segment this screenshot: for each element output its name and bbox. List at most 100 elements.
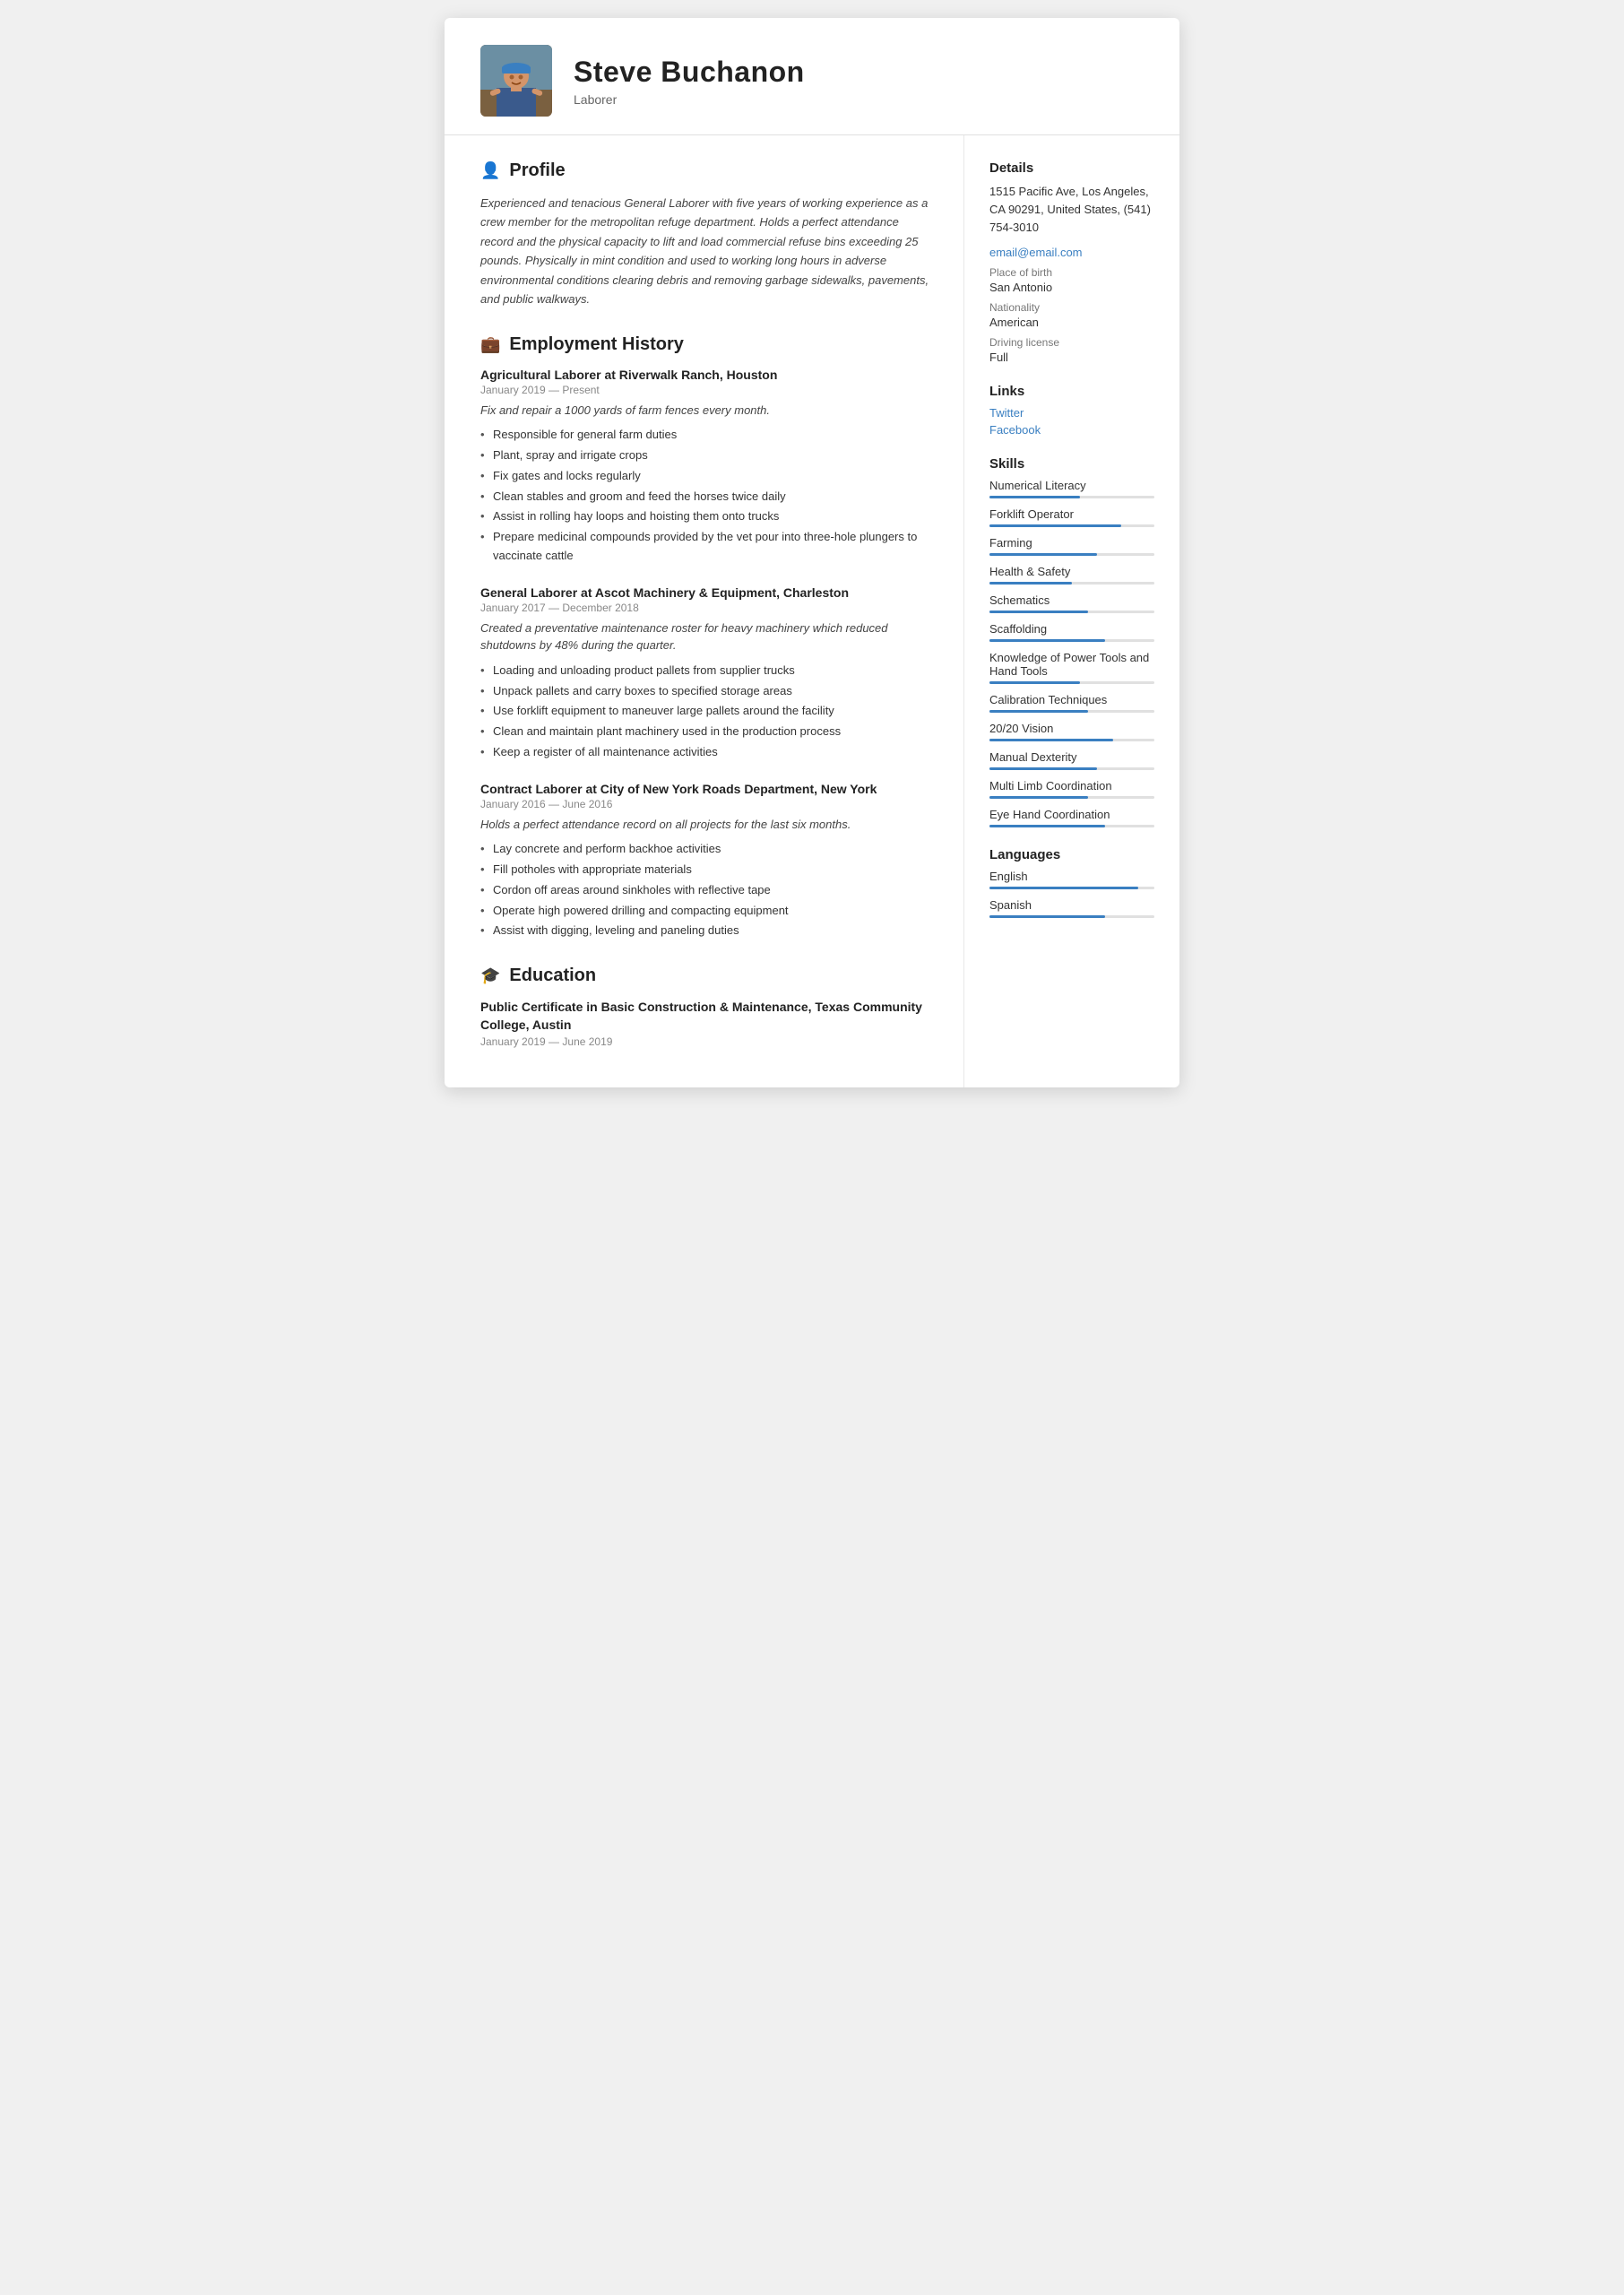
language-item-1: Spanish [989, 898, 1154, 918]
job-block-0: Agricultural Laborer at Riverwalk Ranch,… [480, 368, 931, 566]
profile-title: Profile [509, 160, 565, 181]
employment-section-header: 💼 Employment History [480, 334, 931, 355]
skill-name-10: Multi Limb Coordination [989, 779, 1154, 792]
details-section: Details 1515 Pacific Ave, Los Angeles, C… [989, 160, 1154, 364]
skill-item-3: Health & Safety [989, 565, 1154, 585]
education-icon: 🎓 [480, 966, 500, 985]
skill-item-5: Scaffolding [989, 622, 1154, 642]
skill-name-9: Manual Dexterity [989, 750, 1154, 764]
skill-item-9: Manual Dexterity [989, 750, 1154, 770]
skill-bar-fill-9 [989, 767, 1097, 770]
skill-bar-bg-4 [989, 611, 1154, 613]
link-item-0[interactable]: Twitter [989, 406, 1154, 420]
skill-item-4: Schematics [989, 593, 1154, 613]
link-item-1[interactable]: Facebook [989, 423, 1154, 437]
language-name-1: Spanish [989, 898, 1154, 912]
skill-bar-bg-5 [989, 639, 1154, 642]
education-section-header: 🎓 Education [480, 966, 931, 986]
nationality-label: Nationality [989, 301, 1154, 314]
job-summary-0: Fix and repair a 1000 yards of farm fenc… [480, 402, 931, 420]
list-item: Clean and maintain plant machinery used … [480, 723, 931, 741]
job-bullets-2: Lay concrete and perform backhoe activit… [480, 840, 931, 940]
language-bar-fill-0 [989, 887, 1138, 889]
skill-bar-fill-4 [989, 611, 1088, 613]
skill-item-8: 20/20 Vision [989, 722, 1154, 741]
skill-item-7: Calibration Techniques [989, 693, 1154, 713]
driving-value: Full [989, 351, 1154, 364]
place-of-birth-value: San Antonio [989, 281, 1154, 294]
candidate-name: Steve Buchanon [574, 56, 805, 89]
skill-name-2: Farming [989, 536, 1154, 550]
skill-bar-bg-11 [989, 825, 1154, 827]
skill-bar-fill-8 [989, 739, 1113, 741]
skills-section: Skills Numerical LiteracyForklift Operat… [989, 456, 1154, 827]
job-title-2: Contract Laborer at City of New York Roa… [480, 782, 931, 796]
edu-dates-0: January 2019 — June 2019 [480, 1035, 931, 1048]
nationality-value: American [989, 316, 1154, 329]
skill-bar-fill-7 [989, 710, 1088, 713]
skill-bar-bg-3 [989, 582, 1154, 585]
job-block-1: General Laborer at Ascot Machinery & Equ… [480, 585, 931, 762]
edu-block-0: Public Certificate in Basic Construction… [480, 999, 931, 1048]
skill-bar-bg-6 [989, 681, 1154, 684]
skill-bar-fill-10 [989, 796, 1088, 799]
skill-name-3: Health & Safety [989, 565, 1154, 578]
job-summary-1: Created a preventative maintenance roste… [480, 619, 931, 654]
languages-section: Languages English Spanish [989, 847, 1154, 918]
language-bar-bg-0 [989, 887, 1154, 889]
driving-label: Driving license [989, 336, 1154, 349]
skill-bar-bg-8 [989, 739, 1154, 741]
skill-name-4: Schematics [989, 593, 1154, 607]
candidate-title: Laborer [574, 92, 805, 107]
header-info: Steve Buchanon Laborer [574, 56, 805, 107]
list-item: Operate high powered drilling and compac… [480, 902, 931, 921]
skill-name-5: Scaffolding [989, 622, 1154, 636]
skill-item-11: Eye Hand Coordination [989, 808, 1154, 827]
details-title: Details [989, 160, 1154, 176]
profile-text: Experienced and tenacious General Labore… [480, 194, 931, 309]
skill-bar-bg-7 [989, 710, 1154, 713]
list-item: Unpack pallets and carry boxes to specif… [480, 682, 931, 701]
place-of-birth-label: Place of birth [989, 266, 1154, 279]
languages-title: Languages [989, 847, 1154, 862]
left-column: 👤 Profile Experienced and tenacious Gene… [445, 135, 964, 1087]
jobs-container: Agricultural Laborer at Riverwalk Ranch,… [480, 368, 931, 941]
list-item: Prepare medicinal compounds provided by … [480, 528, 931, 566]
list-item: Clean stables and groom and feed the hor… [480, 488, 931, 507]
resume-container: Steve Buchanon Laborer 👤 Profile Experie… [445, 18, 1179, 1087]
skills-title: Skills [989, 456, 1154, 472]
edu-container: Public Certificate in Basic Construction… [480, 999, 931, 1048]
list-item: Assist in rolling hay loops and hoisting… [480, 507, 931, 526]
list-item: Keep a register of all maintenance activ… [480, 743, 931, 762]
details-address: 1515 Pacific Ave, Los Angeles, CA 90291,… [989, 183, 1154, 237]
skill-item-0: Numerical Literacy [989, 479, 1154, 498]
list-item: Assist with digging, leveling and paneli… [480, 922, 931, 940]
skill-name-7: Calibration Techniques [989, 693, 1154, 706]
education-title: Education [509, 966, 596, 986]
list-item: Lay concrete and perform backhoe activit… [480, 840, 931, 859]
languages-container: English Spanish [989, 870, 1154, 918]
employment-icon: 💼 [480, 335, 500, 354]
skill-bar-bg-2 [989, 553, 1154, 556]
skill-bar-bg-0 [989, 496, 1154, 498]
skill-name-8: 20/20 Vision [989, 722, 1154, 735]
list-item: Use forklift equipment to maneuver large… [480, 702, 931, 721]
list-item: Responsible for general farm duties [480, 426, 931, 445]
skill-item-6: Knowledge of Power Tools and Hand Tools [989, 651, 1154, 684]
skill-bar-fill-11 [989, 825, 1105, 827]
job-title-0: Agricultural Laborer at Riverwalk Ranch,… [480, 368, 931, 382]
job-bullets-0: Responsible for general farm dutiesPlant… [480, 426, 931, 566]
profile-icon: 👤 [480, 161, 500, 180]
skill-bar-fill-3 [989, 582, 1072, 585]
details-email[interactable]: email@email.com [989, 246, 1154, 259]
list-item: Fill potholes with appropriate materials [480, 861, 931, 879]
profile-section-header: 👤 Profile [480, 160, 931, 181]
skill-name-0: Numerical Literacy [989, 479, 1154, 492]
language-item-0: English [989, 870, 1154, 889]
skill-bar-fill-0 [989, 496, 1080, 498]
skill-bar-fill-1 [989, 524, 1121, 527]
job-block-2: Contract Laborer at City of New York Roa… [480, 782, 931, 940]
skill-name-6: Knowledge of Power Tools and Hand Tools [989, 651, 1154, 678]
skill-bar-fill-6 [989, 681, 1080, 684]
list-item: Fix gates and locks regularly [480, 467, 931, 486]
